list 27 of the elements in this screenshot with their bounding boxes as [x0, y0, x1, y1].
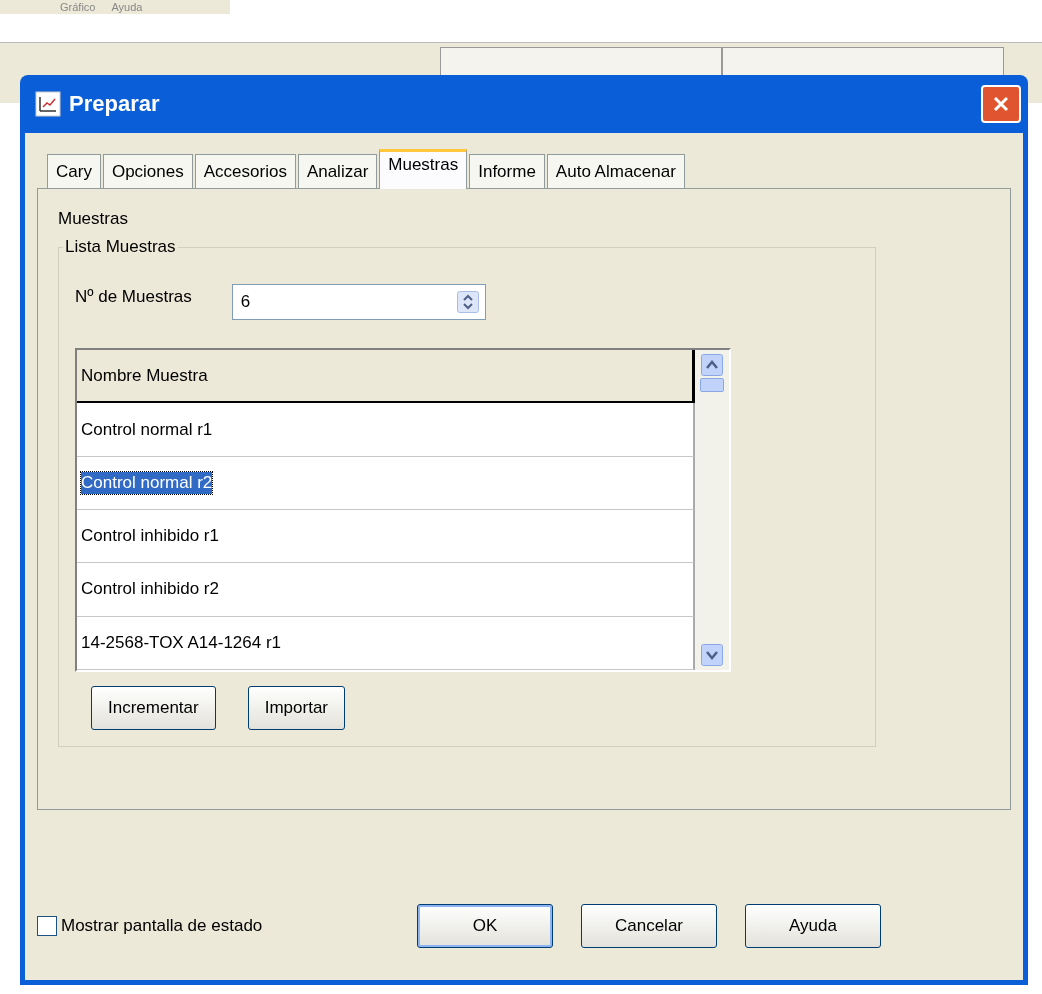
close-icon [991, 94, 1011, 114]
dialog-button[interactable]: OK [417, 904, 553, 948]
tab[interactable]: Analizar [297, 154, 378, 188]
tab[interactable]: Muestras [379, 149, 468, 189]
section-label: Muestras [58, 209, 129, 229]
scroll-down-icon[interactable] [701, 644, 723, 666]
action-button[interactable]: Incrementar [91, 686, 216, 730]
chart-icon [35, 91, 61, 117]
tab[interactable]: Cary [47, 154, 101, 188]
scrollbar[interactable] [695, 350, 729, 670]
scroll-up-icon[interactable] [701, 354, 723, 376]
action-button[interactable]: Importar [247, 686, 345, 730]
close-button[interactable] [981, 85, 1021, 123]
tab[interactable]: Informe [469, 154, 545, 188]
window-title: Preparar [69, 91, 161, 117]
tab[interactable]: Opciones [102, 154, 193, 188]
dialog-button[interactable]: Ayuda [745, 904, 881, 948]
table-row[interactable]: Control normal r2 [77, 456, 695, 510]
count-spinner[interactable]: 6 [231, 284, 486, 320]
field-label: Nº de Muestras [75, 287, 192, 307]
checkbox-label: Mostrar pantalla de estado [61, 916, 263, 936]
checkbox[interactable] [37, 916, 57, 936]
column-header[interactable]: Nombre Muestra [77, 350, 695, 404]
dialog-button[interactable]: Cancelar [581, 904, 717, 948]
scroll-thumb[interactable] [700, 378, 724, 392]
tab[interactable]: Accesorios [194, 154, 296, 188]
tab[interactable]: Auto Almacenar [546, 154, 685, 188]
